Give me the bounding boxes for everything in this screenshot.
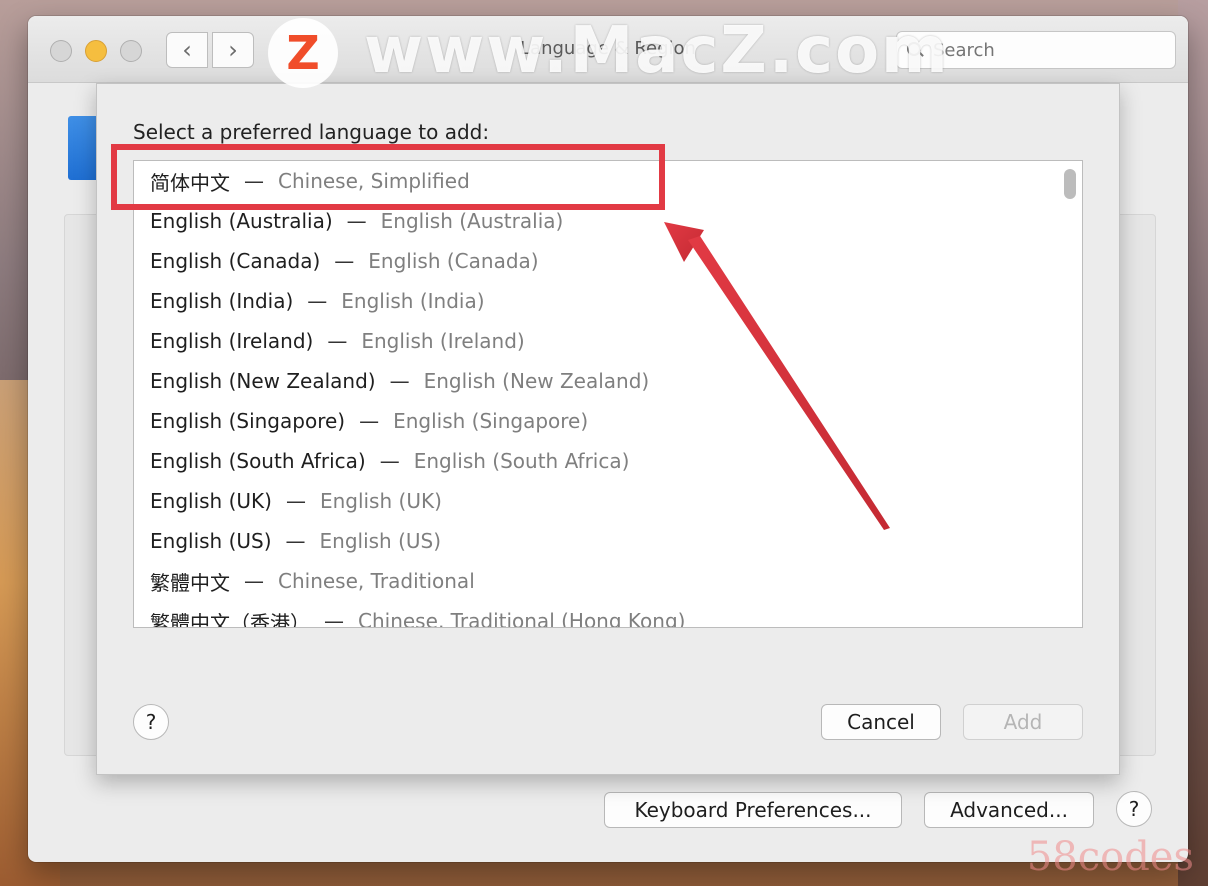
watermark-logo: Z [268, 18, 338, 88]
language-native-name: 繁體中文 [150, 570, 230, 595]
list-item[interactable]: English (Canada) — English (Canada) [150, 241, 539, 281]
list-item[interactable]: English (Ireland) — English (Ireland) [150, 321, 525, 361]
language-english-name: English (Ireland) [361, 329, 525, 353]
separator: — [334, 249, 355, 273]
language-english-name: English (Australia) [380, 209, 564, 233]
language-english-name: English (New Zealand) [423, 369, 650, 393]
separator: — [389, 369, 410, 393]
cancel-button[interactable]: Cancel [821, 704, 941, 740]
language-english-name: Chinese, Traditional [278, 569, 475, 593]
watermark-text: www.MacZ.com [364, 14, 950, 88]
language-native-name: English (UK) [150, 489, 272, 513]
language-english-name: English (Singapore) [393, 409, 589, 433]
advanced-button[interactable]: Advanced... [924, 792, 1094, 828]
language-list[interactable]: 简体中文 — Chinese, Simplified English (Aust… [133, 160, 1083, 628]
separator: — [285, 529, 306, 553]
language-native-name: English (Australia) [150, 209, 333, 233]
language-english-name: English (South Africa) [413, 449, 630, 473]
language-native-name: 繁體中文（香港） [150, 610, 310, 628]
highlight-box [111, 144, 665, 210]
language-native-name: English (Singapore) [150, 409, 346, 433]
separator: — [379, 449, 400, 473]
list-item[interactable]: English (UK) — English (UK) [150, 481, 442, 521]
sheet-help-button[interactable]: ? [133, 704, 169, 740]
language-native-name: English (Ireland) [150, 329, 314, 353]
list-scrollbar[interactable] [1064, 169, 1076, 199]
keyboard-preferences-button[interactable]: Keyboard Preferences... [604, 792, 902, 828]
list-item[interactable]: English (New Zealand) — English (New Zea… [150, 361, 649, 401]
language-native-name: English (US) [150, 529, 272, 553]
list-item[interactable]: English (South Africa) — English (South … [150, 441, 629, 481]
search-input[interactable] [931, 38, 1155, 62]
separator: — [359, 409, 380, 433]
language-native-name: English (New Zealand) [150, 369, 376, 393]
watermark-site: 58codes [1026, 834, 1194, 880]
add-button[interactable]: Add [963, 704, 1083, 740]
list-item[interactable]: 繁體中文 — Chinese, Traditional [150, 561, 475, 601]
list-item[interactable]: 繁體中文（香港） — Chinese, Traditional (Hong Ko… [150, 601, 686, 628]
language-english-name: English (UK) [319, 489, 442, 513]
language-english-name: English (US) [319, 529, 442, 553]
separator: — [244, 569, 264, 593]
list-item[interactable]: English (India) — English (India) [150, 281, 485, 321]
list-item[interactable]: English (Singapore) — English (Singapore… [150, 401, 588, 441]
separator: — [327, 329, 348, 353]
separator: — [285, 489, 306, 513]
separator: — [307, 289, 328, 313]
language-english-name: Chinese, Traditional (Hong Kong) [358, 609, 686, 628]
sheet-prompt: Select a preferred language to add: [133, 120, 490, 144]
help-button[interactable]: ? [1116, 791, 1152, 827]
list-item[interactable]: English (US) — English (US) [150, 521, 441, 561]
separator: — [324, 609, 344, 628]
language-native-name: English (India) [150, 289, 294, 313]
language-native-name: English (Canada) [150, 249, 321, 273]
language-english-name: English (India) [341, 289, 485, 313]
language-native-name: English (South Africa) [150, 449, 366, 473]
separator: — [346, 209, 367, 233]
language-english-name: English (Canada) [368, 249, 539, 273]
